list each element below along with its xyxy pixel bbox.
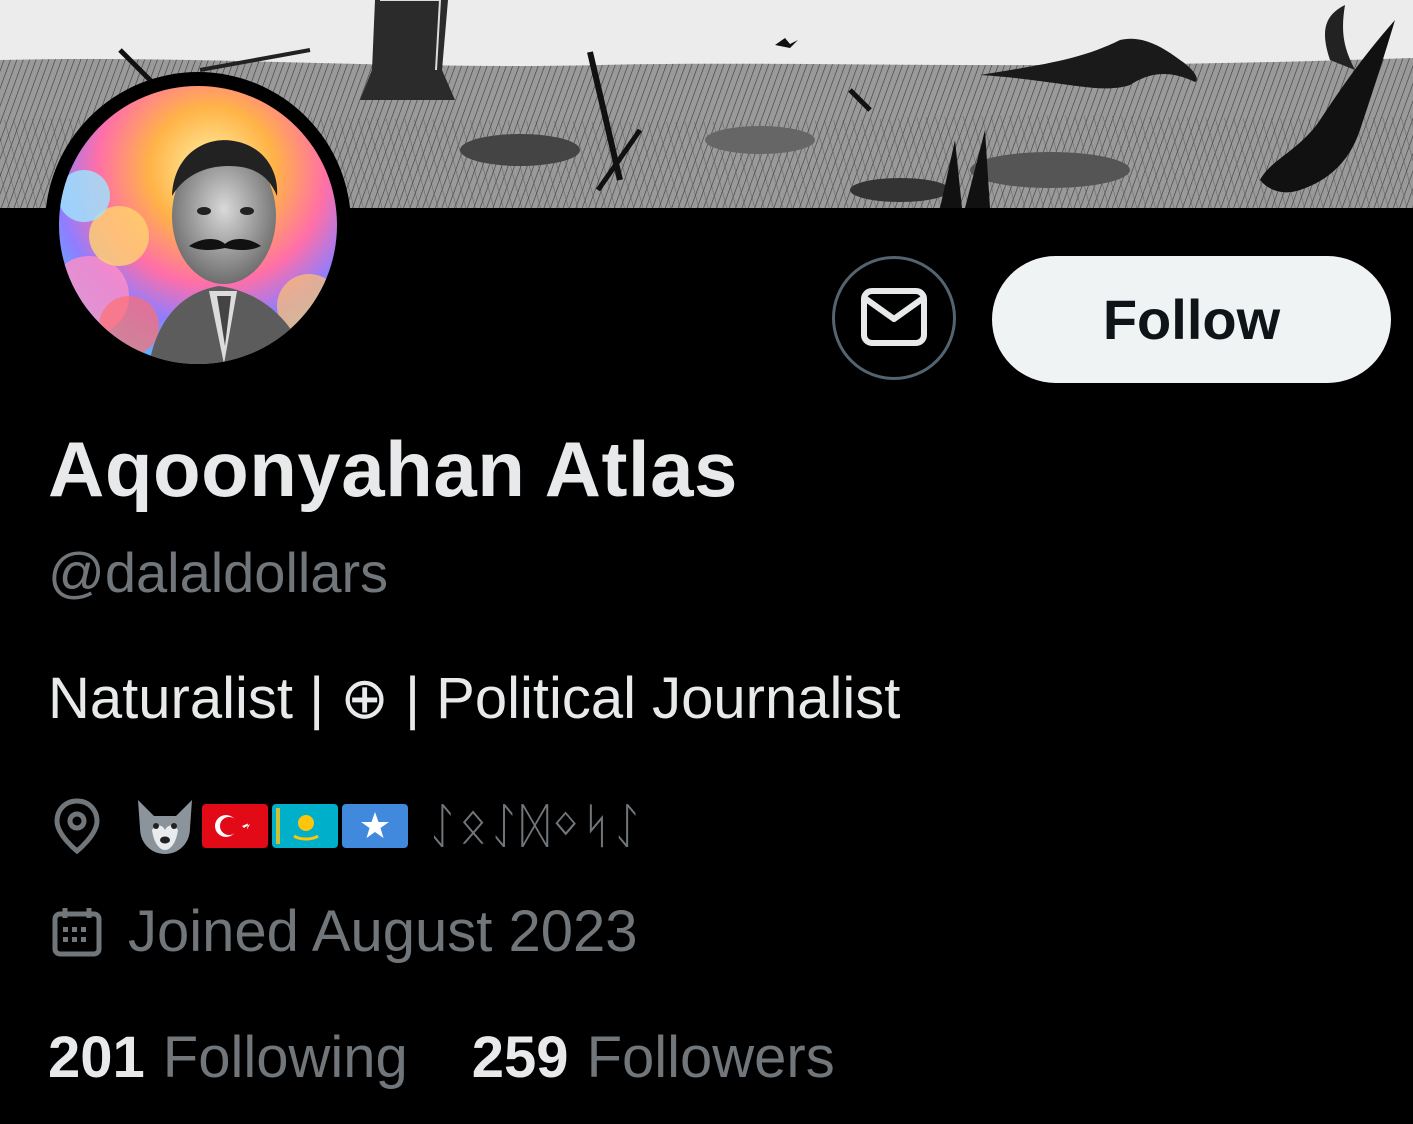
flag-somalia-icon xyxy=(342,804,408,848)
avatar-image xyxy=(59,86,337,364)
followers-label: Followers xyxy=(586,1025,835,1090)
profile-bio: Naturalist | ⊕ | Political Journalist xyxy=(48,666,901,731)
followers-link[interactable]: 259 Followers xyxy=(472,1024,835,1091)
followers-count: 259 xyxy=(471,1025,569,1090)
profile-joined-date: Joined August 2023 xyxy=(48,898,638,965)
follow-button[interactable]: Follow xyxy=(992,256,1391,383)
joined-text: Joined August 2023 xyxy=(128,899,638,964)
location-runic-text: ᛇᛟᛇᛞᛜᛋᛇ xyxy=(428,798,644,854)
message-button[interactable] xyxy=(832,256,956,380)
following-link[interactable]: 201 Following xyxy=(48,1024,408,1091)
user-handle: @dalaldollars xyxy=(48,541,389,604)
profile-avatar[interactable] xyxy=(45,72,351,378)
following-label: Following xyxy=(162,1025,408,1090)
profile-page: Follow Aqoonyahan Atlas @dalaldollars Na… xyxy=(0,0,1413,1124)
following-count: 201 xyxy=(48,1025,145,1090)
location-emoji xyxy=(132,796,412,856)
profile-location: ᛇᛟᛇᛞᛜᛋᛇ xyxy=(48,796,644,856)
profile-stats: 201 Following 259 Followers xyxy=(48,1024,899,1091)
wolf-emoji-icon xyxy=(132,796,198,856)
envelope-icon xyxy=(860,287,928,350)
flag-kazakhstan-icon xyxy=(272,804,338,848)
location-pin-icon xyxy=(48,797,106,855)
flag-turkey-icon xyxy=(202,804,268,848)
calendar-icon xyxy=(48,903,106,961)
display-name: Aqoonyahan Atlas xyxy=(48,425,738,513)
